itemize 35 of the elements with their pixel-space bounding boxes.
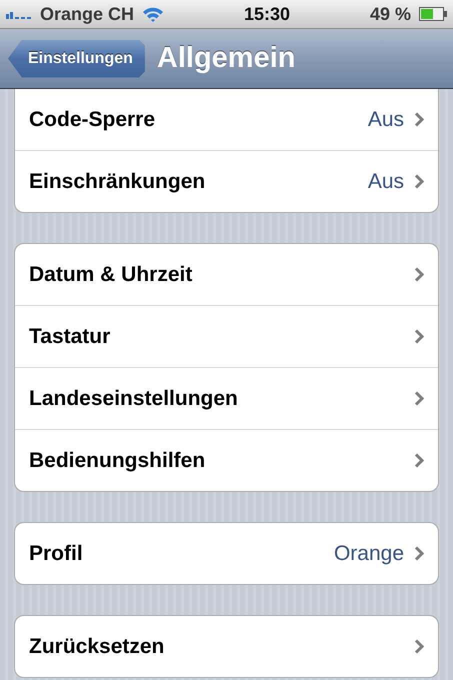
clock: 15:30 bbox=[244, 4, 290, 24]
row-label: Tastatur bbox=[29, 324, 112, 348]
settings-row[interactable]: Landeseinstellungen bbox=[15, 367, 438, 429]
chevron-icon bbox=[414, 391, 424, 406]
carrier-name: Orange CH bbox=[40, 4, 134, 24]
screen-title: Allgemein bbox=[156, 42, 296, 75]
row-value: Aus bbox=[368, 170, 404, 194]
chevron-icon bbox=[414, 453, 424, 468]
battery-percent: 49 % bbox=[370, 4, 412, 24]
back-button[interactable]: Einstellungen bbox=[8, 40, 145, 78]
row-label: Datum & Uhrzeit bbox=[29, 262, 194, 286]
chevron-icon bbox=[414, 112, 424, 127]
settings-row[interactable]: Datum & Uhrzeit bbox=[15, 244, 438, 305]
chevron-icon bbox=[414, 546, 424, 561]
wifi-icon bbox=[142, 6, 164, 22]
row-label: Profil bbox=[29, 542, 84, 566]
chevron-icon bbox=[414, 639, 424, 654]
settings-row[interactable]: Profil Orange bbox=[15, 523, 438, 584]
row-label: Code-Sperre bbox=[29, 108, 156, 132]
row-value: Aus bbox=[368, 108, 404, 132]
signal-icon bbox=[6, 9, 32, 19]
chevron-icon bbox=[414, 267, 424, 282]
row-label: Zurücksetzen bbox=[29, 634, 166, 658]
row-label: Landeseinstellungen bbox=[29, 386, 239, 410]
row-value: Orange bbox=[334, 542, 404, 566]
settings-row[interactable]: Code-Sperre Aus bbox=[15, 89, 438, 150]
settings-row[interactable]: Zurücksetzen bbox=[15, 616, 438, 677]
chevron-icon bbox=[414, 329, 424, 344]
row-label: Einschränkungen bbox=[29, 170, 206, 194]
row-label: Bedienungshilfen bbox=[29, 448, 206, 472]
settings-row[interactable]: Bedienungshilfen bbox=[15, 429, 438, 491]
settings-row[interactable]: Tastatur bbox=[15, 305, 438, 367]
chevron-icon bbox=[414, 174, 424, 189]
battery-icon bbox=[419, 7, 448, 21]
settings-row[interactable]: Einschränkungen Aus bbox=[15, 150, 438, 212]
